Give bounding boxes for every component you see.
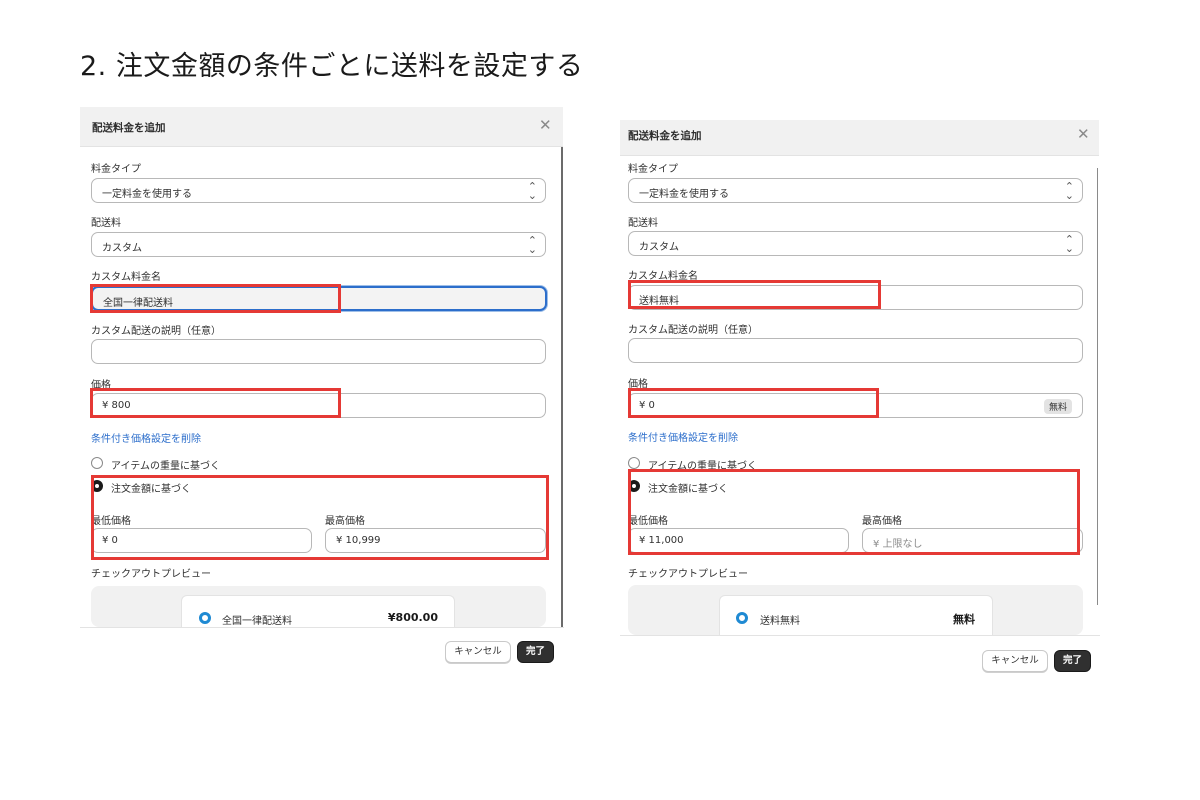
price-input[interactable]: ¥ 800 <box>91 393 546 418</box>
footer-divider <box>620 635 1100 636</box>
custom-name-input[interactable]: 全国一律配送料 <box>91 286 547 311</box>
rate-type-label: 料金タイプ <box>628 164 678 175</box>
checkout-preview-label: チェックアウトプレビュー <box>91 569 211 580</box>
price-label: 価格 <box>628 379 648 390</box>
custom-description-label: カスタム配送の説明（任意） <box>628 325 758 336</box>
min-price-input[interactable]: ¥ 11,000 <box>628 528 849 553</box>
cancel-button[interactable]: キャンセル <box>445 641 511 663</box>
rate-type-select[interactable]: 一定料金を使用する ⌃ ⌄ <box>91 178 546 203</box>
weight-radio[interactable] <box>91 457 103 469</box>
left-dialog: 配送料金を追加 ✕ 料金タイプ 一定料金を使用する ⌃ ⌄ 配送料 カスタム ⌃ ⌄… <box>80 107 564 667</box>
max-price-input[interactable]: ¥ 10,999 <box>325 528 546 553</box>
shipping-rate-value: カスタム <box>639 242 679 253</box>
price-value: ¥ 0 <box>639 400 655 411</box>
price-label: 価格 <box>91 380 111 391</box>
checkout-preview-label: チェックアウトプレビュー <box>628 569 748 580</box>
preview-option: 全国一律配送料 ¥800.00 <box>181 595 455 627</box>
rate-type-label: 料金タイプ <box>91 164 141 175</box>
shipping-rate-label: 配送料 <box>628 218 658 229</box>
min-price-value: ¥ 11,000 <box>639 535 684 546</box>
weight-radio-label: アイテムの重量に基づく <box>111 461 220 472</box>
max-price-value: ¥ 10,999 <box>336 535 381 546</box>
dialog-header: 配送料金を追加 ✕ <box>80 107 563 147</box>
weight-radio-label: アイテムの重量に基づく <box>648 461 757 472</box>
custom-description-input[interactable] <box>628 338 1083 363</box>
up-down-chevron-icon: ⌃ ⌄ <box>527 234 537 256</box>
shipping-rate-select[interactable]: カスタム ⌃ ⌄ <box>91 232 546 257</box>
page-title: 2. 注文金額の条件ごとに送料を設定する <box>80 51 584 82</box>
radio-selected-icon <box>736 612 748 624</box>
cancel-button[interactable]: キャンセル <box>982 650 1048 672</box>
free-badge: 無料 <box>1043 399 1072 414</box>
close-icon[interactable]: ✕ <box>539 116 552 134</box>
scrollbar[interactable] <box>1097 168 1098 605</box>
up-down-chevron-icon: ⌃ ⌄ <box>527 180 537 202</box>
right-dialog: 配送料金を追加 ✕ 料金タイプ 一定料金を使用する ⌃ ⌄ 配送料 カスタム ⌃ ⌄… <box>620 120 1100 675</box>
max-price-placeholder: ¥ 上限なし <box>873 539 923 550</box>
close-icon[interactable]: ✕ <box>1077 125 1090 143</box>
order-price-radio-label: 注文金額に基づく <box>111 484 191 495</box>
max-price-label: 最高価格 <box>325 516 365 527</box>
min-price-label: 最低価格 <box>628 516 668 527</box>
price-value: ¥ 800 <box>102 400 131 411</box>
order-price-radio[interactable] <box>628 480 640 492</box>
rate-type-value: 一定料金を使用する <box>639 189 729 200</box>
max-price-input[interactable]: ¥ 上限なし <box>862 528 1083 553</box>
dialog-title: 配送料金を追加 <box>92 122 166 134</box>
radio-selected-icon <box>199 612 211 624</box>
min-price-input[interactable]: ¥ 0 <box>91 528 312 553</box>
preview-rate-name: 全国一律配送料 <box>222 616 292 627</box>
up-down-chevron-icon: ⌃ ⌄ <box>1064 233 1074 255</box>
min-price-label: 最低価格 <box>91 516 131 527</box>
preview-option: 送料無料 無料 <box>719 595 993 635</box>
done-button[interactable]: 完了 <box>1054 650 1091 672</box>
custom-description-label: カスタム配送の説明（任意） <box>91 326 221 337</box>
dialog-title: 配送料金を追加 <box>628 130 702 142</box>
remove-condition-link[interactable]: 条件付き価格設定を削除 <box>628 429 738 444</box>
scrollbar[interactable] <box>561 147 563 627</box>
custom-name-label: カスタム料金名 <box>628 271 698 282</box>
order-price-radio-label: 注文金額に基づく <box>648 484 728 495</box>
preview-rate-price: ¥800.00 <box>387 611 438 624</box>
shipping-rate-value: カスタム <box>102 243 142 254</box>
custom-name-value: 送料無料 <box>639 296 679 307</box>
dialog-header: 配送料金を追加 ✕ <box>620 120 1099 156</box>
rate-type-select[interactable]: 一定料金を使用する ⌃ ⌄ <box>628 178 1083 203</box>
remove-condition-link[interactable]: 条件付き価格設定を削除 <box>91 430 201 445</box>
checkout-preview: 全国一律配送料 ¥800.00 <box>91 586 546 627</box>
checkout-preview: 送料無料 無料 <box>628 585 1083 635</box>
footer-divider <box>80 627 564 628</box>
min-price-value: ¥ 0 <box>102 535 118 546</box>
custom-name-input[interactable]: 送料無料 <box>628 285 1083 310</box>
order-price-radio[interactable] <box>91 480 103 492</box>
shipping-rate-select[interactable]: カスタム ⌃ ⌄ <box>628 231 1083 256</box>
max-price-label: 最高価格 <box>862 516 902 527</box>
custom-name-value: 全国一律配送料 <box>103 298 173 309</box>
rate-type-value: 一定料金を使用する <box>102 189 192 200</box>
shipping-rate-label: 配送料 <box>91 218 121 229</box>
preview-rate-name: 送料無料 <box>760 616 800 627</box>
done-button[interactable]: 完了 <box>517 641 554 663</box>
up-down-chevron-icon: ⌃ ⌄ <box>1064 180 1074 202</box>
custom-description-input[interactable] <box>91 339 546 364</box>
price-input[interactable]: ¥ 0 無料 <box>628 393 1083 418</box>
weight-radio[interactable] <box>628 457 640 469</box>
preview-rate-price: 無料 <box>953 613 975 626</box>
custom-name-label: カスタム料金名 <box>91 272 161 283</box>
